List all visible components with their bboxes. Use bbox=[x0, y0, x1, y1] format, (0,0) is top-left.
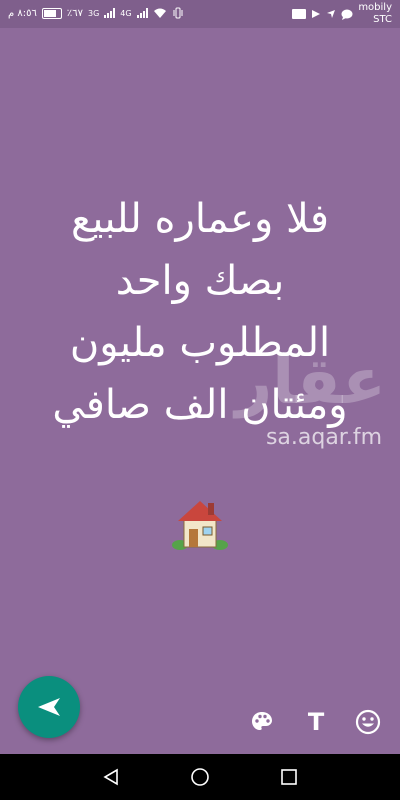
clock: ٨:٥٦ م bbox=[8, 7, 37, 19]
status-right: mobily STC bbox=[292, 2, 392, 26]
carrier-line-1: mobily bbox=[358, 2, 392, 13]
location-icon bbox=[327, 10, 336, 18]
back-triangle-icon bbox=[103, 768, 118, 786]
watermark-url: sa.aqar.fm bbox=[265, 425, 382, 450]
signal-icon-2 bbox=[136, 8, 148, 18]
app-notification-icon bbox=[292, 9, 307, 19]
smiley-icon bbox=[355, 709, 381, 735]
send-button[interactable] bbox=[18, 676, 80, 738]
watermark-logo: عقار bbox=[235, 345, 386, 419]
status-bar: ٨:٥٦ م ٪٦٧ 3G 4G mobily STC bbox=[0, 0, 400, 28]
wifi-icon bbox=[153, 8, 166, 18]
house-with-garden-icon bbox=[172, 501, 228, 550]
story-line: بصك واحد bbox=[115, 258, 285, 304]
home-circle-icon bbox=[191, 768, 209, 786]
recent-apps-button[interactable] bbox=[274, 762, 304, 792]
signal-icon bbox=[104, 8, 116, 18]
navigation-bar bbox=[0, 754, 400, 800]
send-arrow-icon bbox=[38, 698, 60, 716]
network-type-3g: 3G bbox=[87, 8, 100, 18]
text-icon: T bbox=[307, 708, 325, 736]
battery-icon bbox=[41, 7, 62, 19]
home-button[interactable] bbox=[185, 762, 215, 792]
aqar-watermark: عقار sa.aqar.fm bbox=[232, 345, 392, 465]
text-tool-button[interactable]: T bbox=[300, 706, 332, 738]
carrier-name: mobily STC bbox=[358, 2, 392, 26]
vibrate-icon bbox=[173, 7, 183, 19]
battery-percent: ٪٦٧ bbox=[66, 7, 83, 19]
palette-button[interactable] bbox=[246, 706, 278, 738]
carrier-line-2: STC bbox=[373, 14, 392, 25]
emoji-button[interactable] bbox=[352, 706, 384, 738]
status-left: ٨:٥٦ م ٪٦٧ 3G 4G bbox=[8, 7, 184, 19]
story-line: فلا وعماره للبيع bbox=[70, 196, 330, 242]
chat-bubble-icon bbox=[341, 9, 353, 20]
network-type-4g: 4G bbox=[120, 8, 132, 18]
recent-square-icon bbox=[281, 769, 297, 785]
play-icon bbox=[312, 10, 321, 18]
palette-icon bbox=[252, 712, 272, 730]
back-button[interactable] bbox=[96, 762, 126, 792]
